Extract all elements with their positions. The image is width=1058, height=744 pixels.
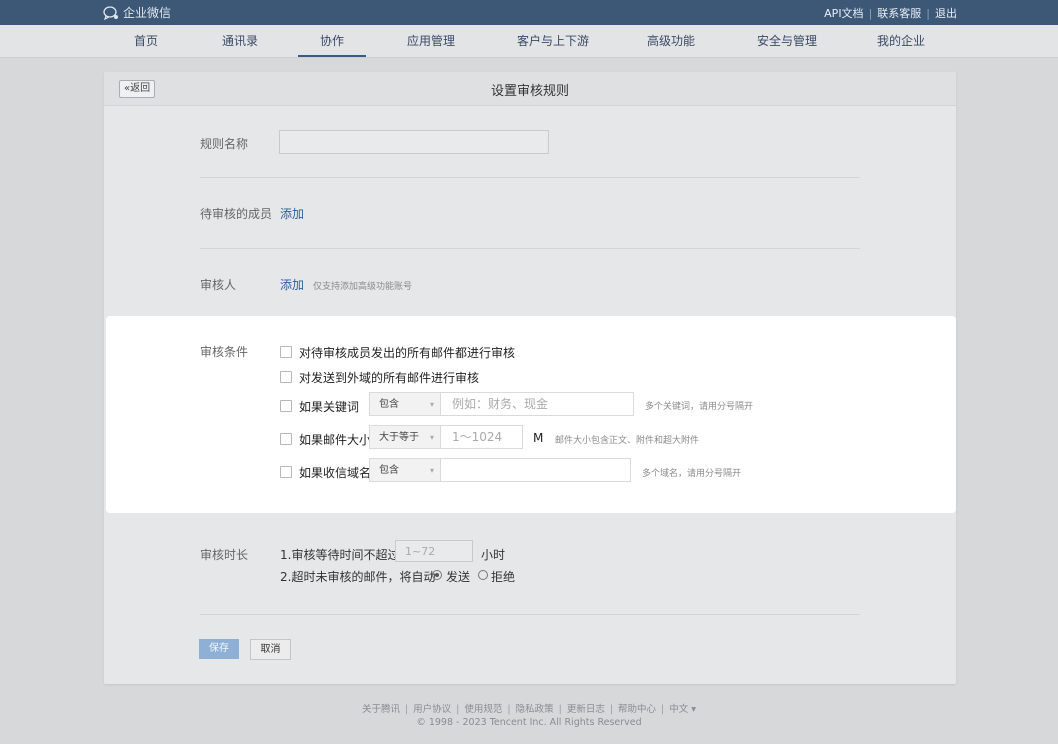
nav-advanced[interactable]: 高级功能: [638, 25, 704, 57]
separator: |: [868, 7, 873, 20]
reject-option-label: 拒绝: [491, 570, 516, 584]
footer-rules-link[interactable]: 使用规范: [464, 704, 502, 715]
duration-label: 审核时长: [200, 548, 249, 562]
api-docs-link[interactable]: API文档: [824, 7, 863, 20]
separator: |: [661, 704, 665, 715]
domain-match-select[interactable]: 包含 ▾: [369, 458, 441, 482]
separator: |: [404, 704, 409, 715]
send-option-label: 发送: [446, 570, 471, 584]
wecom-logo-icon: [103, 5, 118, 20]
nav-customers[interactable]: 客户与上下游: [507, 25, 599, 57]
size-hint: 邮件大小包含正文、附件和超大附件: [555, 436, 700, 446]
separator: |: [507, 704, 511, 715]
domain-checkbox[interactable]: [280, 466, 292, 478]
separator: |: [609, 704, 614, 715]
footer-changelog-link[interactable]: 更新日志: [567, 704, 605, 715]
external-checkbox[interactable]: [280, 371, 292, 383]
chevron-down-icon: ▾: [429, 400, 434, 409]
divider: [200, 614, 860, 615]
keyword-hint: 多个关键词，请用分号隔开: [645, 402, 754, 412]
add-reviewer-link[interactable]: 添加: [280, 276, 304, 293]
keyword-label: 如果关键词: [299, 400, 360, 414]
keyword-match-select[interactable]: 包含 ▾: [369, 392, 441, 416]
wait-hours-input[interactable]: 1~72: [395, 540, 473, 562]
footer-privacy-link[interactable]: 隐私政策: [516, 704, 554, 715]
separator: |: [558, 704, 562, 715]
save-button[interactable]: 保存: [199, 639, 239, 659]
domain-label: 如果收信域名: [299, 466, 372, 480]
timeout-action-label: 2.超时未审核的邮件，将自动: [280, 570, 436, 584]
size-label: 如果邮件大小: [299, 433, 372, 447]
reviewer-label: 审核人: [200, 278, 237, 292]
logout-link[interactable]: 退出: [935, 7, 957, 20]
size-unit: M: [533, 431, 544, 445]
domain-hint: 多个域名，请用分号隔开: [642, 469, 742, 479]
size-input[interactable]: 1～1024: [440, 425, 523, 449]
domain-input[interactable]: [440, 458, 631, 482]
top-links: API文档 | 联系客服 | 退出: [824, 5, 957, 21]
size-checkbox[interactable]: [280, 433, 292, 445]
keyword-match-value: 包含: [379, 399, 399, 410]
nav-home[interactable]: 首页: [118, 25, 174, 57]
size-compare-value: 大于等于: [379, 432, 419, 443]
divider: [200, 248, 860, 249]
top-bar: 企业微信 API文档 | 联系客服 | 退出: [0, 0, 1058, 25]
language-selector[interactable]: 中文 ▾: [669, 704, 696, 715]
copyright: © 1998 - 2023 Tencent Inc. All Rights Re…: [416, 717, 642, 728]
external-label: 对发送到外域的所有邮件进行审核: [299, 371, 480, 385]
reject-radio[interactable]: [478, 570, 488, 580]
members-label: 待审核的成员: [200, 207, 273, 221]
page-title: 设置审核规则: [490, 84, 569, 99]
separator: |: [456, 704, 460, 715]
hours-unit: 小时: [481, 548, 506, 562]
nav-security[interactable]: 安全与管理: [748, 25, 826, 57]
footer-terms-link[interactable]: 用户协议: [413, 704, 451, 715]
separator: |: [926, 7, 930, 20]
nav-app-management[interactable]: 应用管理: [398, 25, 464, 57]
keyword-checkbox[interactable]: [280, 400, 292, 412]
send-radio[interactable]: [432, 570, 442, 580]
chevron-down-icon: ▾: [429, 466, 434, 475]
domain-match-value: 包含: [379, 465, 399, 476]
logo[interactable]: 企业微信: [103, 4, 171, 21]
wait-time-label: 1.审核等待时间不超过: [280, 548, 400, 562]
nav-collaboration[interactable]: 协作: [298, 25, 366, 57]
main-nav: 首页 通讯录 协作 应用管理 客户与上下游 高级功能 安全与管理 我的企业: [0, 25, 1058, 58]
footer-links: 关于腾讯 | 用户协议 | 使用规范 | 隐私政策 | 更新日志 | 帮助中心 | 中文 ▾: [0, 701, 1058, 715]
footer-help-link[interactable]: 帮助中心: [618, 704, 656, 715]
footer-about-link[interactable]: 关于腾讯: [362, 704, 400, 715]
keyword-input[interactable]: 例如：财务、现金: [440, 392, 634, 416]
all-mail-checkbox[interactable]: [280, 346, 292, 358]
logo-text: 企业微信: [123, 6, 172, 20]
reviewer-hint: 仅支持添加高级功能账号: [313, 282, 413, 292]
cancel-button[interactable]: 取消: [250, 639, 291, 660]
chevron-down-icon: ▾: [429, 433, 434, 442]
rule-name-input[interactable]: [279, 130, 549, 154]
add-members-link[interactable]: 添加: [280, 205, 304, 222]
nav-contacts[interactable]: 通讯录: [212, 25, 268, 57]
contact-support-link[interactable]: 联系客服: [877, 7, 921, 20]
nav-my-enterprise[interactable]: 我的企业: [868, 25, 934, 57]
size-compare-select[interactable]: 大于等于 ▾: [369, 425, 441, 449]
panel-header: «返回 设置审核规则: [104, 72, 956, 106]
all-mail-label: 对待审核成员发出的所有邮件都进行审核: [299, 346, 516, 360]
conditions-label: 审核条件: [200, 345, 249, 359]
rule-name-label: 规则名称: [200, 137, 249, 151]
divider: [200, 177, 860, 178]
